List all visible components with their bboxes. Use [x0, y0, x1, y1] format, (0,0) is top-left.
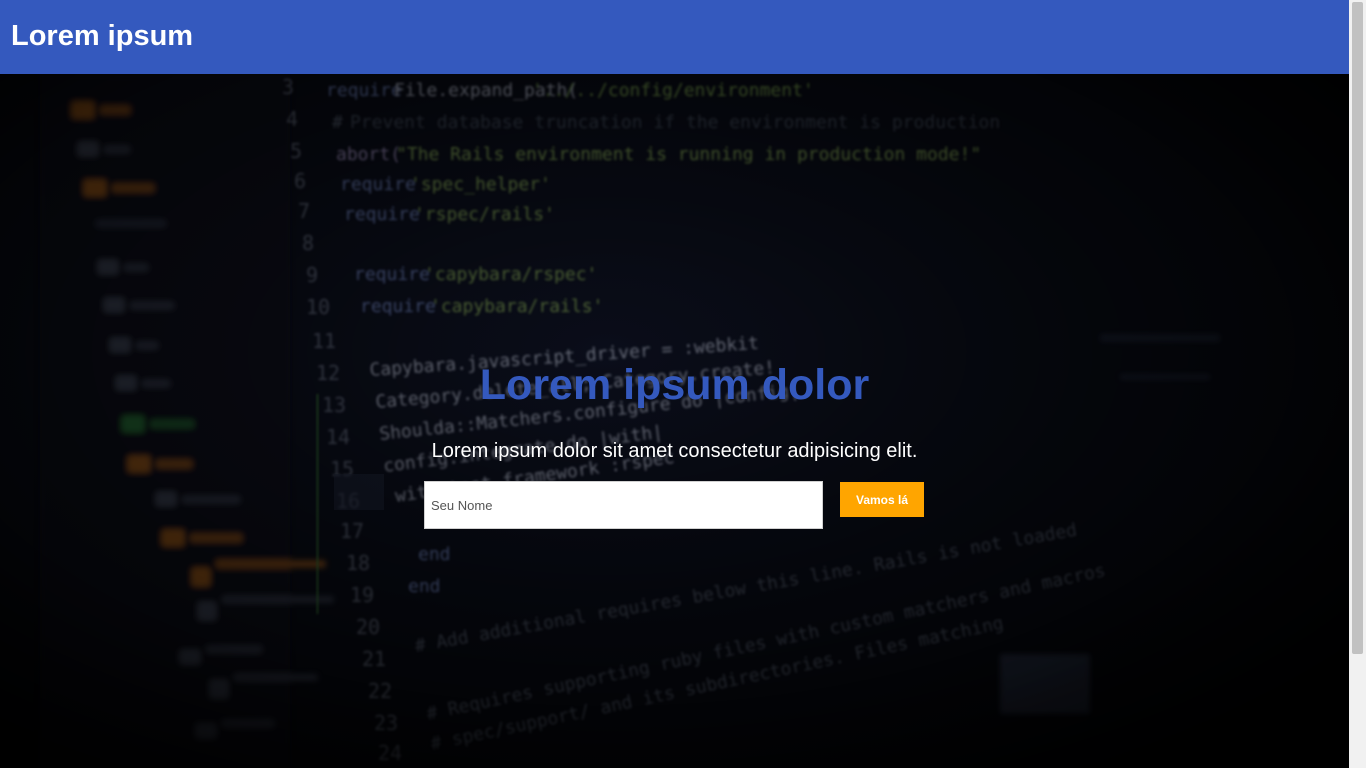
hero-content: Lorem ipsum dolor Lorem ipsum dolor sit … — [0, 74, 1349, 768]
hero-section: 3 4 5 6 7 8 9 10 11 12 13 14 15 16 17 18… — [0, 74, 1349, 768]
scrollbar-thumb[interactable] — [1352, 2, 1363, 654]
vamos-la-button[interactable]: Vamos lá — [840, 482, 924, 517]
hero-title: Lorem ipsum dolor — [479, 361, 870, 409]
page-scrollbar[interactable] — [1349, 0, 1366, 768]
landing-page: Lorem ipsum Lorem ipsum dolor Lorem ipsu… — [0, 0, 1366, 768]
name-input[interactable] — [424, 481, 823, 529]
top-navbar: Lorem ipsum — [0, 0, 1349, 74]
site-brand[interactable]: Lorem ipsum — [11, 18, 193, 54]
hero-subtitle: Lorem ipsum dolor sit amet consectetur a… — [431, 440, 918, 462]
